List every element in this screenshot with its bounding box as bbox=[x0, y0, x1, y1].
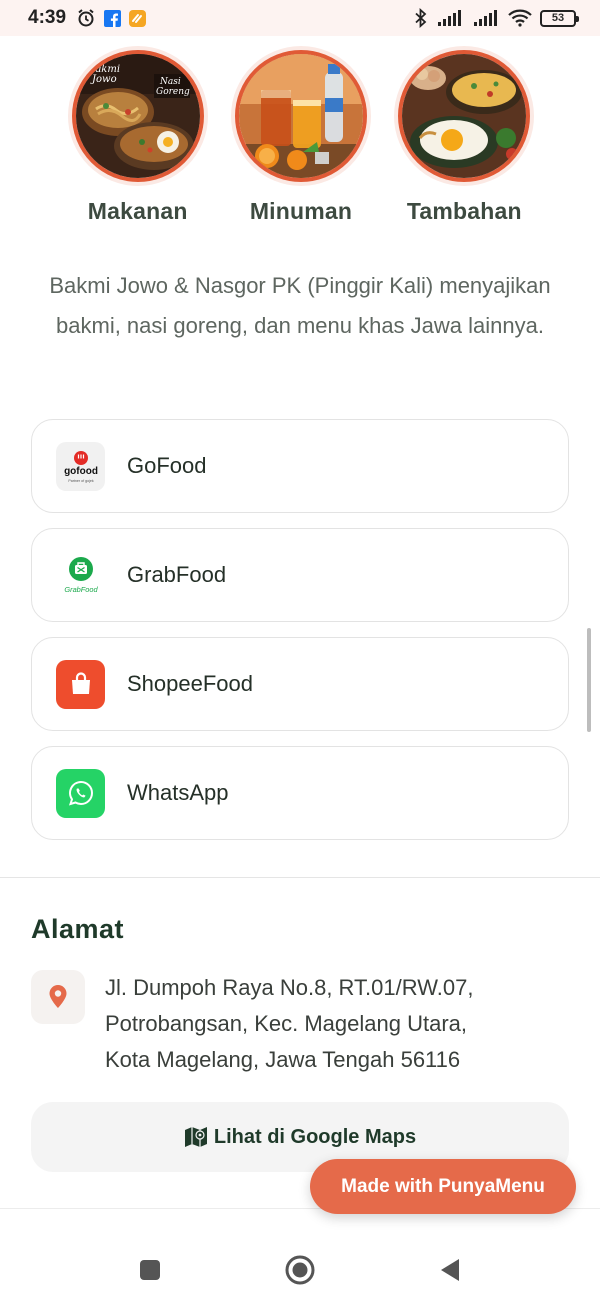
order-link-label: GrabFood bbox=[127, 562, 227, 587]
address-line: Jl. Dumpoh Raya No.8, RT.01/RW.07, bbox=[105, 975, 474, 1000]
tambahan-image bbox=[398, 50, 531, 182]
address-line: Potrobangsan, Kec. Magelang Utara, bbox=[105, 1011, 468, 1036]
grabfood-link[interactable]: GrabFood GrabFood bbox=[31, 528, 569, 622]
gofood-icon: gofood Partner of gojek bbox=[56, 441, 105, 491]
category-label: Tambahan bbox=[406, 198, 522, 224]
makanan-image: Bakmi Jowo Nasi Goreng bbox=[71, 50, 204, 182]
section-divider bbox=[0, 877, 600, 878]
wifi-icon bbox=[508, 9, 532, 27]
battery-indicator: 53 bbox=[540, 9, 579, 27]
order-links: gofood Partner of gojek GoFood GrabFood … bbox=[31, 419, 569, 855]
gofood-link[interactable]: gofood Partner of gojek GoFood bbox=[31, 419, 569, 513]
app-notification-icon bbox=[129, 9, 147, 27]
gofood-icon-subtext: Partner of gojek bbox=[68, 479, 94, 483]
alarm-icon bbox=[76, 8, 96, 28]
category-minuman[interactable]: Minuman bbox=[219, 50, 382, 225]
home-circle-icon bbox=[284, 1254, 316, 1286]
status-bar: 4:39 53 bbox=[0, 0, 600, 36]
shopeefood-link[interactable]: ShopeeFood bbox=[31, 637, 569, 731]
whatsapp-icon bbox=[56, 768, 105, 818]
address-line: Kota Magelang, Jawa Tengah 56116 bbox=[105, 1047, 461, 1072]
status-notification-icons bbox=[76, 8, 147, 28]
category-makanan[interactable]: Bakmi Jowo Nasi Goreng Makanan bbox=[56, 50, 219, 225]
address-title: Alamat bbox=[31, 914, 125, 944]
back-button[interactable] bbox=[430, 1250, 470, 1290]
grabfood-icon-text: GrabFood bbox=[64, 585, 98, 594]
shopeefood-icon bbox=[56, 659, 105, 709]
minuman-image bbox=[234, 50, 367, 182]
whatsapp-link[interactable]: WhatsApp bbox=[31, 746, 569, 840]
facebook-icon bbox=[104, 9, 122, 27]
status-time: 4:39 bbox=[28, 7, 67, 28]
android-navigation-bar bbox=[0, 1240, 600, 1300]
google-maps-button-label: Lihat di Google Maps bbox=[213, 1125, 417, 1148]
bluetooth-icon bbox=[414, 8, 428, 28]
category-label: Makanan bbox=[87, 198, 188, 224]
map-icon bbox=[184, 1126, 208, 1148]
address-row: Jl. Dumpoh Raya No.8, RT.01/RW.07, Potro… bbox=[31, 970, 569, 1078]
gofood-icon-text: gofood bbox=[64, 466, 98, 477]
address-text: Jl. Dumpoh Raya No.8, RT.01/RW.07, Potro… bbox=[105, 970, 473, 1078]
order-link-label: ShopeeFood bbox=[127, 671, 253, 696]
makanan-image-text-2: Jowo bbox=[90, 74, 117, 85]
grabfood-icon: GrabFood bbox=[56, 550, 105, 600]
order-link-label: WhatsApp bbox=[127, 780, 229, 805]
square-icon bbox=[139, 1259, 161, 1281]
category-tambahan[interactable]: Tambahan bbox=[383, 50, 546, 225]
signal-icon-2 bbox=[472, 9, 500, 27]
signal-icon bbox=[436, 9, 464, 27]
back-triangle-icon bbox=[439, 1258, 461, 1282]
location-pin-icon bbox=[31, 970, 85, 1024]
category-label: Minuman bbox=[249, 198, 353, 224]
made-with-punyamenu-button[interactable]: Made with PunyaMenu bbox=[310, 1159, 576, 1214]
scrollbar[interactable] bbox=[587, 628, 591, 732]
category-list: Bakmi Jowo Nasi Goreng Makanan Minuman T… bbox=[56, 50, 546, 225]
makanan-image-text-4: Goreng bbox=[156, 87, 190, 97]
restaurant-description: Bakmi Jowo & Nasgor PK (Pinggir Kali) me… bbox=[49, 273, 551, 338]
status-system-icons: 53 bbox=[414, 8, 579, 28]
home-button[interactable] bbox=[280, 1250, 320, 1290]
makanan-image-text-3: Nasi bbox=[159, 77, 181, 87]
order-link-label: GoFood bbox=[127, 453, 207, 478]
recent-apps-button[interactable] bbox=[130, 1250, 170, 1290]
